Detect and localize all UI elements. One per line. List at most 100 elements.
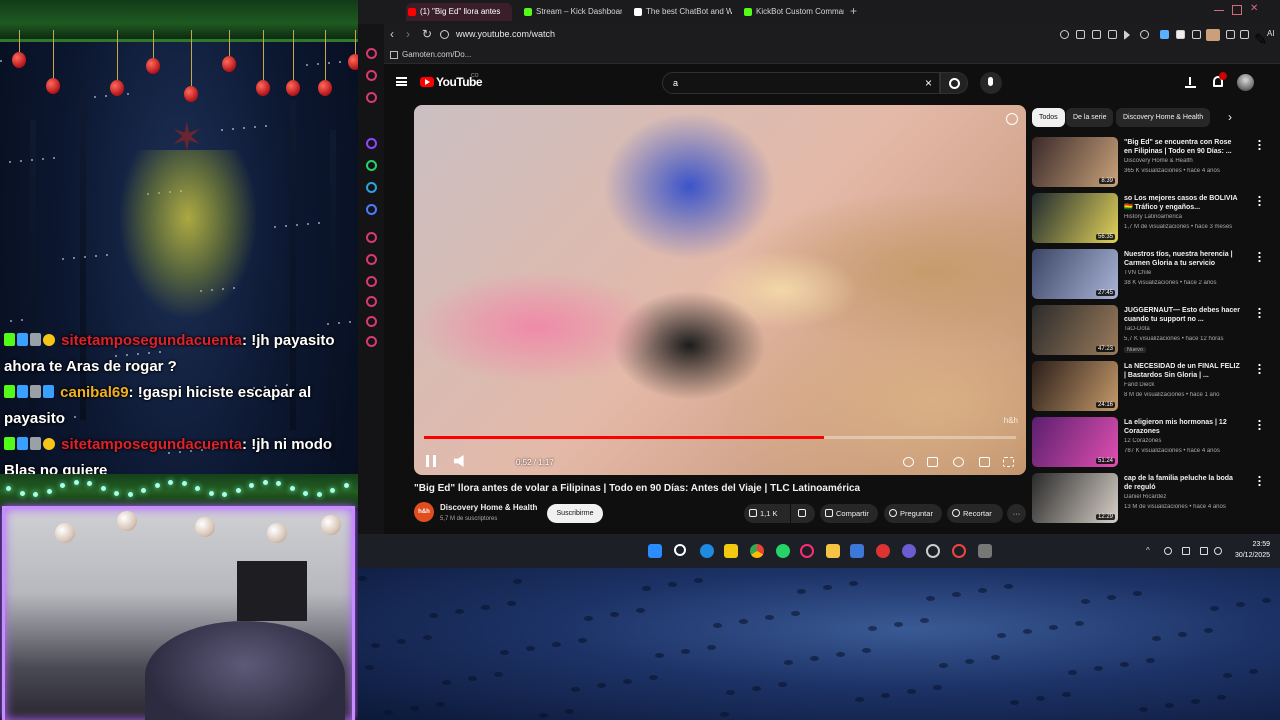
more-options-icon[interactable] — [1258, 363, 1261, 374]
extension-icon[interactable] — [1226, 30, 1235, 39]
tab-youtube[interactable]: (1) "Big Ed" llora antes — [406, 3, 512, 21]
profile-avatar[interactable] — [1206, 29, 1220, 41]
new-tab-button[interactable]: + — [850, 4, 857, 18]
more-options-icon[interactable] — [1258, 307, 1261, 318]
video-thumbnail[interactable]: 51:24 — [1032, 417, 1118, 467]
chip-all[interactable]: Todos — [1032, 108, 1065, 127]
dislike-button[interactable] — [791, 504, 815, 523]
system-clock[interactable]: 23:59 30/12/2025 — [1230, 539, 1270, 561]
video-player[interactable]: h&h 0:52 / 1:17 — [414, 105, 1026, 475]
tab-kick-dashboard[interactable]: Stream – Kick Dashboard — [522, 3, 622, 21]
settings-icon[interactable] — [953, 457, 964, 467]
video-thumbnail[interactable]: 12:29 — [1032, 473, 1118, 523]
recommended-video[interactable]: 24:16 La NECESIDAD de un FINAL FELIZ | Ba… — [1032, 361, 1272, 415]
sticky-notes-icon[interactable] — [724, 544, 738, 558]
video-title[interactable]: Nuestros tíos, nuestra herencia | Carmen… — [1124, 250, 1240, 268]
site-info-icon[interactable] — [440, 30, 449, 39]
bookmark-item[interactable]: Gamoten.com/Do... — [402, 50, 471, 59]
video-thumbnail[interactable]: 24:16 — [1032, 361, 1118, 411]
chevron-right-icon[interactable]: › — [1228, 110, 1232, 124]
pause-icon[interactable] — [426, 455, 436, 467]
video-title[interactable]: JUGGERNAUT— Esto debes hacer cuando tu s… — [1124, 306, 1240, 324]
settings-icon[interactable] — [366, 336, 377, 347]
autoplay-icon[interactable] — [903, 457, 914, 467]
more-options-icon[interactable] — [1258, 251, 1261, 262]
channel-avatar[interactable]: h&h — [414, 502, 434, 522]
recommended-video[interactable]: 8:39 "Big Ed" se encuentra con Rose en Fi… — [1032, 137, 1272, 191]
video-title[interactable]: so Los mejores casos de BOLIVIA 🇧🇴 Tráfi… — [1124, 194, 1240, 212]
sidebar-app-icon[interactable] — [366, 48, 377, 59]
bookmark-icon[interactable] — [1076, 30, 1085, 39]
url-field[interactable]: www.youtube.com/watch — [456, 29, 555, 39]
minimize-icon[interactable] — [1214, 10, 1224, 20]
video-title[interactable]: La NECESIDAD de un FINAL FELIZ | Bastard… — [1124, 362, 1240, 380]
chevron-up-icon[interactable]: ^ — [1146, 547, 1154, 555]
channel-name[interactable]: Daniel Ricardez — [1124, 494, 1244, 500]
clear-search-icon[interactable]: × — [925, 76, 932, 90]
more-actions-button[interactable]: ··· — [1007, 504, 1026, 523]
file-explorer-icon[interactable] — [826, 544, 840, 558]
volume-icon[interactable] — [454, 455, 464, 467]
app-icon[interactable] — [876, 544, 890, 558]
extension-icon[interactable] — [1092, 30, 1101, 39]
microphone-icon[interactable] — [980, 72, 1002, 94]
app-icon[interactable] — [978, 544, 992, 558]
progress-bar[interactable] — [424, 436, 1016, 439]
channel-name[interactable]: Discovery Home & Health — [440, 503, 537, 512]
video-thumbnail[interactable]: 27:45 — [1032, 249, 1118, 299]
discord-icon[interactable] — [902, 544, 916, 558]
sidebar-app-icon[interactable] — [366, 70, 377, 81]
video-thumbnail[interactable]: 47:23 — [1032, 305, 1118, 355]
tab-kickbot[interactable]: KickBot Custom Commands — [742, 3, 844, 21]
opera-icon[interactable] — [800, 544, 814, 558]
video-thumbnail[interactable]: 56:35 — [1032, 193, 1118, 243]
zoom-icon[interactable] — [1060, 30, 1069, 39]
sidebar-app-icon[interactable] — [366, 232, 377, 243]
channel-name[interactable]: Farid Dieck — [1124, 382, 1244, 388]
sidebar-app-icon[interactable] — [366, 204, 377, 215]
chip-channel[interactable]: Discovery Home & Health — [1116, 108, 1211, 127]
recommended-video[interactable]: 51:24 La eligieron mis hormonas | 12 Cora… — [1032, 417, 1272, 471]
channel-name[interactable]: 12 Corazones — [1124, 438, 1244, 444]
recommended-video[interactable]: 47:23 JUGGERNAUT— Esto debes hacer cuando… — [1032, 305, 1272, 359]
channel-name[interactable]: TVN Chile — [1124, 270, 1244, 276]
chat-username[interactable]: sitetamposegundacuenta — [61, 436, 242, 453]
share-button[interactable]: Compartir — [820, 504, 878, 523]
microphone-icon[interactable] — [1164, 547, 1172, 555]
theater-mode-icon[interactable] — [979, 457, 990, 467]
recommended-video[interactable]: 27:45 Nuestros tíos, nuestra herencia | C… — [1032, 249, 1272, 303]
chrome-icon[interactable] — [750, 544, 764, 558]
search-icon[interactable] — [940, 72, 968, 94]
extension-icon[interactable] — [1160, 30, 1169, 39]
chat-username[interactable]: sitetamposegundacuenta — [61, 332, 242, 349]
chat-username[interactable]: canibal69 — [60, 384, 128, 401]
menu-icon[interactable] — [396, 77, 407, 86]
telegram-icon[interactable] — [366, 182, 377, 193]
obs-icon[interactable] — [926, 544, 940, 558]
youtube-icon[interactable] — [420, 77, 434, 87]
store-icon[interactable] — [850, 544, 864, 558]
extension-icon[interactable] — [1108, 30, 1117, 39]
video-title[interactable]: cap de la familia peluche la boda de reg… — [1124, 474, 1240, 492]
video-thumbnail[interactable]: 8:39 — [1032, 137, 1118, 187]
sidebar-app-icon[interactable] — [366, 254, 377, 265]
avatar[interactable] — [1237, 74, 1254, 91]
recommended-video[interactable]: 12:29 cap de la familia peluche la boda d… — [1032, 473, 1272, 527]
close-icon[interactable]: ✕ — [1250, 4, 1260, 14]
download-icon[interactable] — [1240, 30, 1249, 39]
search-input[interactable]: a × — [662, 72, 940, 94]
extension-icon[interactable] — [1192, 30, 1201, 39]
channel-name[interactable]: Discovery Home & Health — [1124, 158, 1244, 164]
chip-series[interactable]: De la serie — [1066, 108, 1114, 127]
more-options-icon[interactable] — [1258, 139, 1261, 150]
whatsapp-icon[interactable] — [366, 160, 377, 171]
video-title[interactable]: "Big Ed" se encuentra con Rose en Filipi… — [1124, 138, 1240, 156]
recommended-video[interactable]: 56:35 so Los mejores casos de BOLIVIA 🇧🇴 … — [1032, 193, 1272, 247]
tab-chatbot[interactable]: The best ChatBot and Wi — [632, 3, 732, 21]
play-icon[interactable] — [1124, 30, 1130, 40]
sidebar-app-icon[interactable] — [366, 92, 377, 103]
upload-icon[interactable] — [1185, 76, 1196, 88]
video-title[interactable]: La eligieron mis hormonas | 12 Corazones — [1124, 418, 1240, 436]
edit-icon[interactable]: ✎ — [1254, 30, 1267, 49]
network-icon[interactable] — [1200, 547, 1208, 555]
